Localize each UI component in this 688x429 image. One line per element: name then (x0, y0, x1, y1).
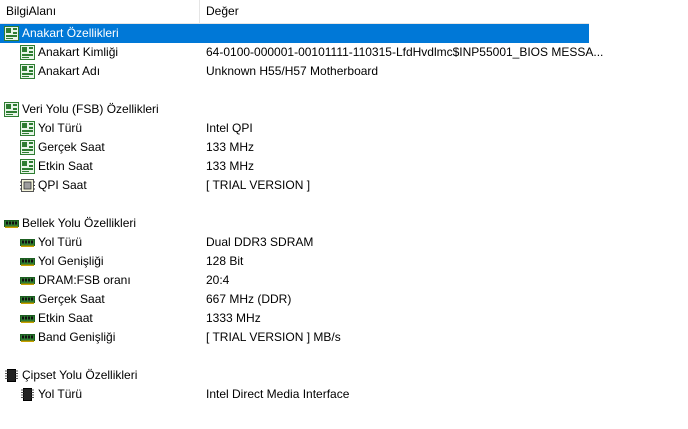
motherboard-icon (20, 121, 35, 136)
motherboard-icon (4, 26, 19, 41)
item-label: Band Genişliği (38, 330, 116, 344)
section-chipset[interactable]: Çipset Yolu Özellikleri (0, 366, 589, 385)
memory-module-icon (20, 311, 35, 326)
list-item[interactable]: Yol Genişliği 128 Bit (0, 252, 589, 271)
motherboard-icon (20, 140, 35, 155)
list-item[interactable]: Band Genişliği [ TRIAL VERSION ] MB/s (0, 328, 589, 347)
section-title: Veri Yolu (FSB) Özellikleri (22, 102, 159, 116)
item-value: 667 MHz (DDR) (206, 292, 292, 306)
item-label: Yol Türü (38, 387, 83, 401)
motherboard-icon (20, 159, 35, 174)
item-label: Gerçek Saat (38, 140, 105, 154)
item-value: 20:4 (206, 273, 230, 287)
item-label: Anakart Adı (38, 64, 101, 78)
list-item[interactable]: Etkin Saat 1333 MHz (0, 309, 589, 328)
list-item[interactable]: Yol Türü Dual DDR3 SDRAM (0, 233, 589, 252)
list-header: BilgiAlanı Değer (0, 0, 589, 24)
item-value: 1333 MHz (206, 311, 261, 325)
memory-module-icon (20, 292, 35, 307)
list-item[interactable]: Anakart Adı Unknown H55/H57 Motherboard (0, 62, 589, 81)
memory-module-icon (4, 216, 19, 231)
list-item[interactable]: Yol Türü Intel Direct Media Interface (0, 385, 589, 404)
motherboard-icon (20, 45, 35, 60)
item-value: Dual DDR3 SDRAM (206, 235, 314, 249)
list-item[interactable]: Etkin Saat 133 MHz (0, 157, 589, 176)
list-item[interactable]: Anakart Kimliği 64-0100-000001-00101111-… (0, 43, 603, 62)
item-label: Anakart Kimliği (38, 45, 119, 59)
item-value: 133 MHz (206, 140, 255, 154)
chipset-icon (20, 387, 35, 402)
list-item[interactable]: DRAM:FSB oranı 20:4 (0, 271, 589, 290)
item-label: DRAM:FSB oranı (38, 273, 131, 287)
column-header-field[interactable]: BilgiAlanı (0, 0, 200, 23)
item-value: Intel QPI (206, 121, 253, 135)
section-motherboard[interactable]: Anakart Özellikleri (0, 24, 589, 43)
item-label: Yol Genişliği (38, 254, 104, 268)
section-title: Anakart Özellikleri (22, 26, 119, 40)
section-fsb[interactable]: Veri Yolu (FSB) Özellikleri (0, 100, 589, 119)
item-value: [ TRIAL VERSION ] (206, 178, 311, 192)
item-label: Etkin Saat (38, 159, 93, 173)
memory-module-icon (20, 330, 35, 345)
motherboard-icon (20, 64, 35, 79)
item-label: Etkin Saat (38, 311, 93, 325)
memory-module-icon (20, 254, 35, 269)
list-item[interactable]: Gerçek Saat 667 MHz (DDR) (0, 290, 589, 309)
item-value: Unknown H55/H57 Motherboard (206, 64, 379, 78)
item-label: Gerçek Saat (38, 292, 105, 306)
item-label: Yol Türü (38, 121, 83, 135)
section-title: Bellek Yolu Özellikleri (22, 216, 137, 230)
item-value: Intel Direct Media Interface (206, 387, 350, 401)
item-value: 133 MHz (206, 159, 255, 173)
column-header-value[interactable]: Değer (200, 0, 589, 23)
list-item[interactable]: Yol Türü Intel QPI (0, 119, 589, 138)
list-item[interactable]: QPI Saat [ TRIAL VERSION ] (0, 176, 589, 195)
motherboard-icon (4, 102, 19, 117)
item-value: 128 Bit (206, 254, 244, 268)
item-value: 64-0100-000001-00101111-110315-LfdHvdlmc… (206, 45, 604, 59)
item-label: QPI Saat (38, 178, 87, 192)
section-memory[interactable]: Bellek Yolu Özellikleri (0, 214, 589, 233)
chipset-icon (4, 368, 19, 383)
list-item[interactable]: Gerçek Saat 133 MHz (0, 138, 589, 157)
memory-module-icon (20, 235, 35, 250)
item-value: [ TRIAL VERSION ] MB/s (206, 330, 341, 344)
memory-module-icon (20, 273, 35, 288)
section-title: Çipset Yolu Özellikleri (22, 368, 138, 382)
item-label: Yol Türü (38, 235, 83, 249)
cpu-chip-icon (20, 178, 35, 193)
